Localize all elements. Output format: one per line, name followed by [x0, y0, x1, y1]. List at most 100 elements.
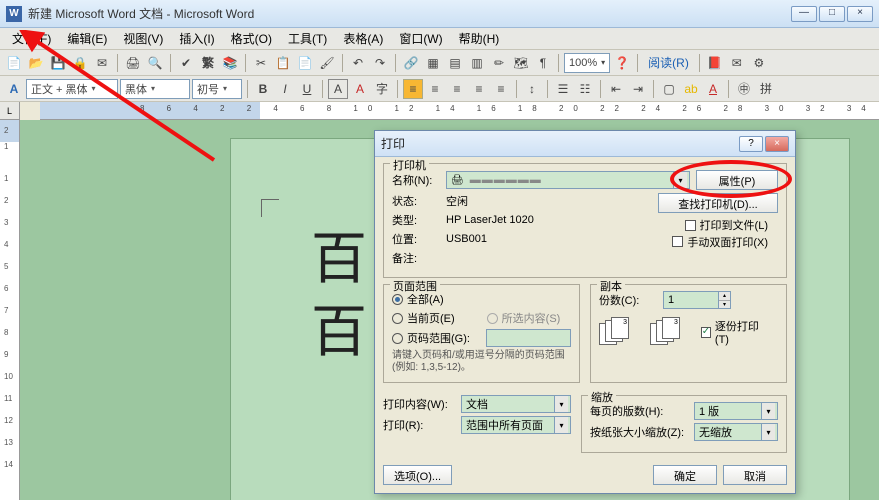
highlight-icon[interactable]: ab — [681, 79, 701, 99]
traditional-icon[interactable]: 繁 — [198, 53, 218, 73]
hyperlink-icon[interactable]: 🔗 — [401, 53, 421, 73]
menu-insert[interactable]: 插入(I) — [171, 28, 222, 49]
ruler-corner: L — [0, 102, 20, 120]
standard-toolbar: 📄 📂 💾 🔒 ✉ 🖨 🔍 ✔ 繁 📚 ✂ 📋 📄 🖌 ↶ ↷ 🔗 ▦ ▤ ▥ … — [0, 50, 879, 76]
size-combo[interactable]: 初号▾ — [192, 79, 242, 99]
redo-icon[interactable]: ↷ — [370, 53, 390, 73]
range-selection-radio: 所选内容(S) — [487, 310, 561, 326]
phonetic-icon[interactable]: 拼 — [756, 79, 776, 99]
line-spacing-icon[interactable]: ↕ — [522, 79, 542, 99]
styles-icon[interactable]: A — [4, 79, 24, 99]
chevron-down-icon[interactable]: ▾ — [673, 172, 687, 188]
find-printer-button[interactable]: 查找打印机(D)... — [658, 193, 778, 213]
outdent-icon[interactable]: ⇤ — [606, 79, 626, 99]
align-justify-icon[interactable]: ≡ — [469, 79, 489, 99]
options-button[interactable]: 选项(O)... — [383, 465, 452, 485]
pages-per-sheet-combo[interactable]: 1 版▾ — [694, 402, 778, 420]
para-icon[interactable]: ¶ — [533, 53, 553, 73]
drawing-icon[interactable]: ✏ — [489, 53, 509, 73]
manual-duplex-checkbox[interactable]: 手动双面打印(X) — [672, 234, 768, 250]
save-icon[interactable]: 💾 — [48, 53, 68, 73]
close-button[interactable]: × — [847, 6, 873, 22]
align-right-icon[interactable]: ≡ — [447, 79, 467, 99]
window-titlebar: W 新建 Microsoft Word 文档 - Microsoft Word … — [0, 0, 879, 28]
cut-icon[interactable]: ✂ — [251, 53, 271, 73]
maximize-button[interactable]: □ — [819, 6, 845, 22]
char-border-icon[interactable]: A — [328, 79, 348, 99]
spell-icon[interactable]: ✔ — [176, 53, 196, 73]
map-icon[interactable]: 🗺 — [511, 53, 531, 73]
pages-per-sheet-label: 每页的版数(H): — [590, 403, 688, 419]
range-pages-input[interactable] — [486, 329, 571, 347]
print-icon[interactable]: 🖨 — [123, 53, 143, 73]
help-icon[interactable]: ❓ — [612, 53, 632, 73]
menu-edit[interactable]: 编辑(E) — [59, 28, 115, 49]
read-button[interactable]: 阅读(R) — [643, 53, 694, 73]
type-label: 类型: — [392, 212, 440, 228]
bullets-icon[interactable]: ☷ — [575, 79, 595, 99]
cancel-button[interactable]: 取消 — [723, 465, 787, 485]
menu-view[interactable]: 视图(V) — [115, 28, 171, 49]
menu-file[interactable]: 文件(F) — [4, 28, 59, 49]
menu-window[interactable]: 窗口(W) — [391, 28, 450, 49]
dialog-titlebar[interactable]: 打印 ? × — [375, 131, 795, 157]
zoom-combo[interactable]: 100%▾ — [564, 53, 610, 73]
underline-icon[interactable]: U — [297, 79, 317, 99]
copy-icon[interactable]: 📋 — [273, 53, 293, 73]
research-icon[interactable]: 📚 — [220, 53, 240, 73]
zoom-group-label: 缩放 — [588, 389, 616, 405]
asian-layout-icon[interactable]: ㊥ — [734, 79, 754, 99]
extra-icon[interactable]: ⚙ — [749, 53, 769, 73]
mail-icon[interactable]: ✉ — [92, 53, 112, 73]
window-title: 新建 Microsoft Word 文档 - Microsoft Word — [28, 5, 254, 22]
printer-name-combo[interactable]: 🖨 ▬▬▬▬▬▬ ▾ — [446, 171, 690, 189]
minimize-button[interactable]: — — [791, 6, 817, 22]
menu-tools[interactable]: 工具(T) — [280, 28, 335, 49]
numbering-icon[interactable]: ☰ — [553, 79, 573, 99]
menu-format[interactable]: 格式(O) — [223, 28, 280, 49]
char-shading-icon[interactable]: A — [350, 79, 370, 99]
borders-icon[interactable]: ▢ — [659, 79, 679, 99]
permission-icon[interactable]: 🔒 — [70, 53, 90, 73]
print-range-combo[interactable]: 范围中所有页面▾ — [461, 416, 571, 434]
align-left-icon[interactable]: ≡ — [403, 79, 423, 99]
menu-help[interactable]: 帮助(H) — [451, 28, 508, 49]
font-combo[interactable]: 黑体▾ — [120, 79, 190, 99]
columns-icon[interactable]: ▥ — [467, 53, 487, 73]
range-pages-radio[interactable]: 页码范围(G): — [392, 330, 470, 346]
copies-input[interactable]: 1 — [663, 291, 719, 309]
new-icon[interactable]: 📄 — [4, 53, 24, 73]
bold-icon[interactable]: B — [253, 79, 273, 99]
print-what-combo[interactable]: 文档▾ — [461, 395, 571, 413]
vertical-ruler[interactable]: 2 1 1 2 3 4 5 6 7 8 9 10 11 12 13 14 — [0, 120, 20, 500]
align-center-icon[interactable]: ≡ — [425, 79, 445, 99]
pdf-icon[interactable]: 📕 — [705, 53, 725, 73]
paste-icon[interactable]: 📄 — [295, 53, 315, 73]
print-to-file-checkbox[interactable]: 打印到文件(L) — [685, 217, 768, 233]
dialog-close-button[interactable]: × — [765, 136, 789, 152]
style-combo[interactable]: 正文 + 黑体▾ — [26, 79, 118, 99]
excel-icon[interactable]: ▤ — [445, 53, 465, 73]
preview-icon[interactable]: 🔍 — [145, 53, 165, 73]
properties-button[interactable]: 属性(P) — [696, 170, 778, 190]
format-painter-icon[interactable]: 🖌 — [317, 53, 337, 73]
open-icon[interactable]: 📂 — [26, 53, 46, 73]
italic-icon[interactable]: I — [275, 79, 295, 99]
distribute-icon[interactable]: ≡ — [491, 79, 511, 99]
dialog-help-button[interactable]: ? — [739, 136, 763, 152]
table-icon[interactable]: ▦ — [423, 53, 443, 73]
undo-icon[interactable]: ↶ — [348, 53, 368, 73]
scale-combo[interactable]: 无缩放▾ — [694, 423, 778, 441]
char-scale-icon[interactable]: 字 — [372, 79, 392, 99]
menu-table[interactable]: 表格(A) — [335, 28, 391, 49]
collate-checkbox[interactable]: 逐份打印(T) — [701, 318, 768, 346]
mail2-icon[interactable]: ✉ — [727, 53, 747, 73]
horizontal-ruler[interactable]: 8 6 4 2 2 4 6 8 10 12 14 16 18 20 22 24 … — [40, 102, 879, 120]
ok-button[interactable]: 确定 — [653, 465, 717, 485]
font-color-icon[interactable]: A — [703, 79, 723, 99]
printer-group-label: 打印机 — [390, 157, 429, 173]
document-text[interactable]: 百 百 — [311, 224, 367, 370]
indent-icon[interactable]: ⇥ — [628, 79, 648, 99]
range-current-radio[interactable]: 当前页(E) — [392, 310, 455, 326]
copies-spinner[interactable]: ▴▾ — [719, 291, 731, 309]
